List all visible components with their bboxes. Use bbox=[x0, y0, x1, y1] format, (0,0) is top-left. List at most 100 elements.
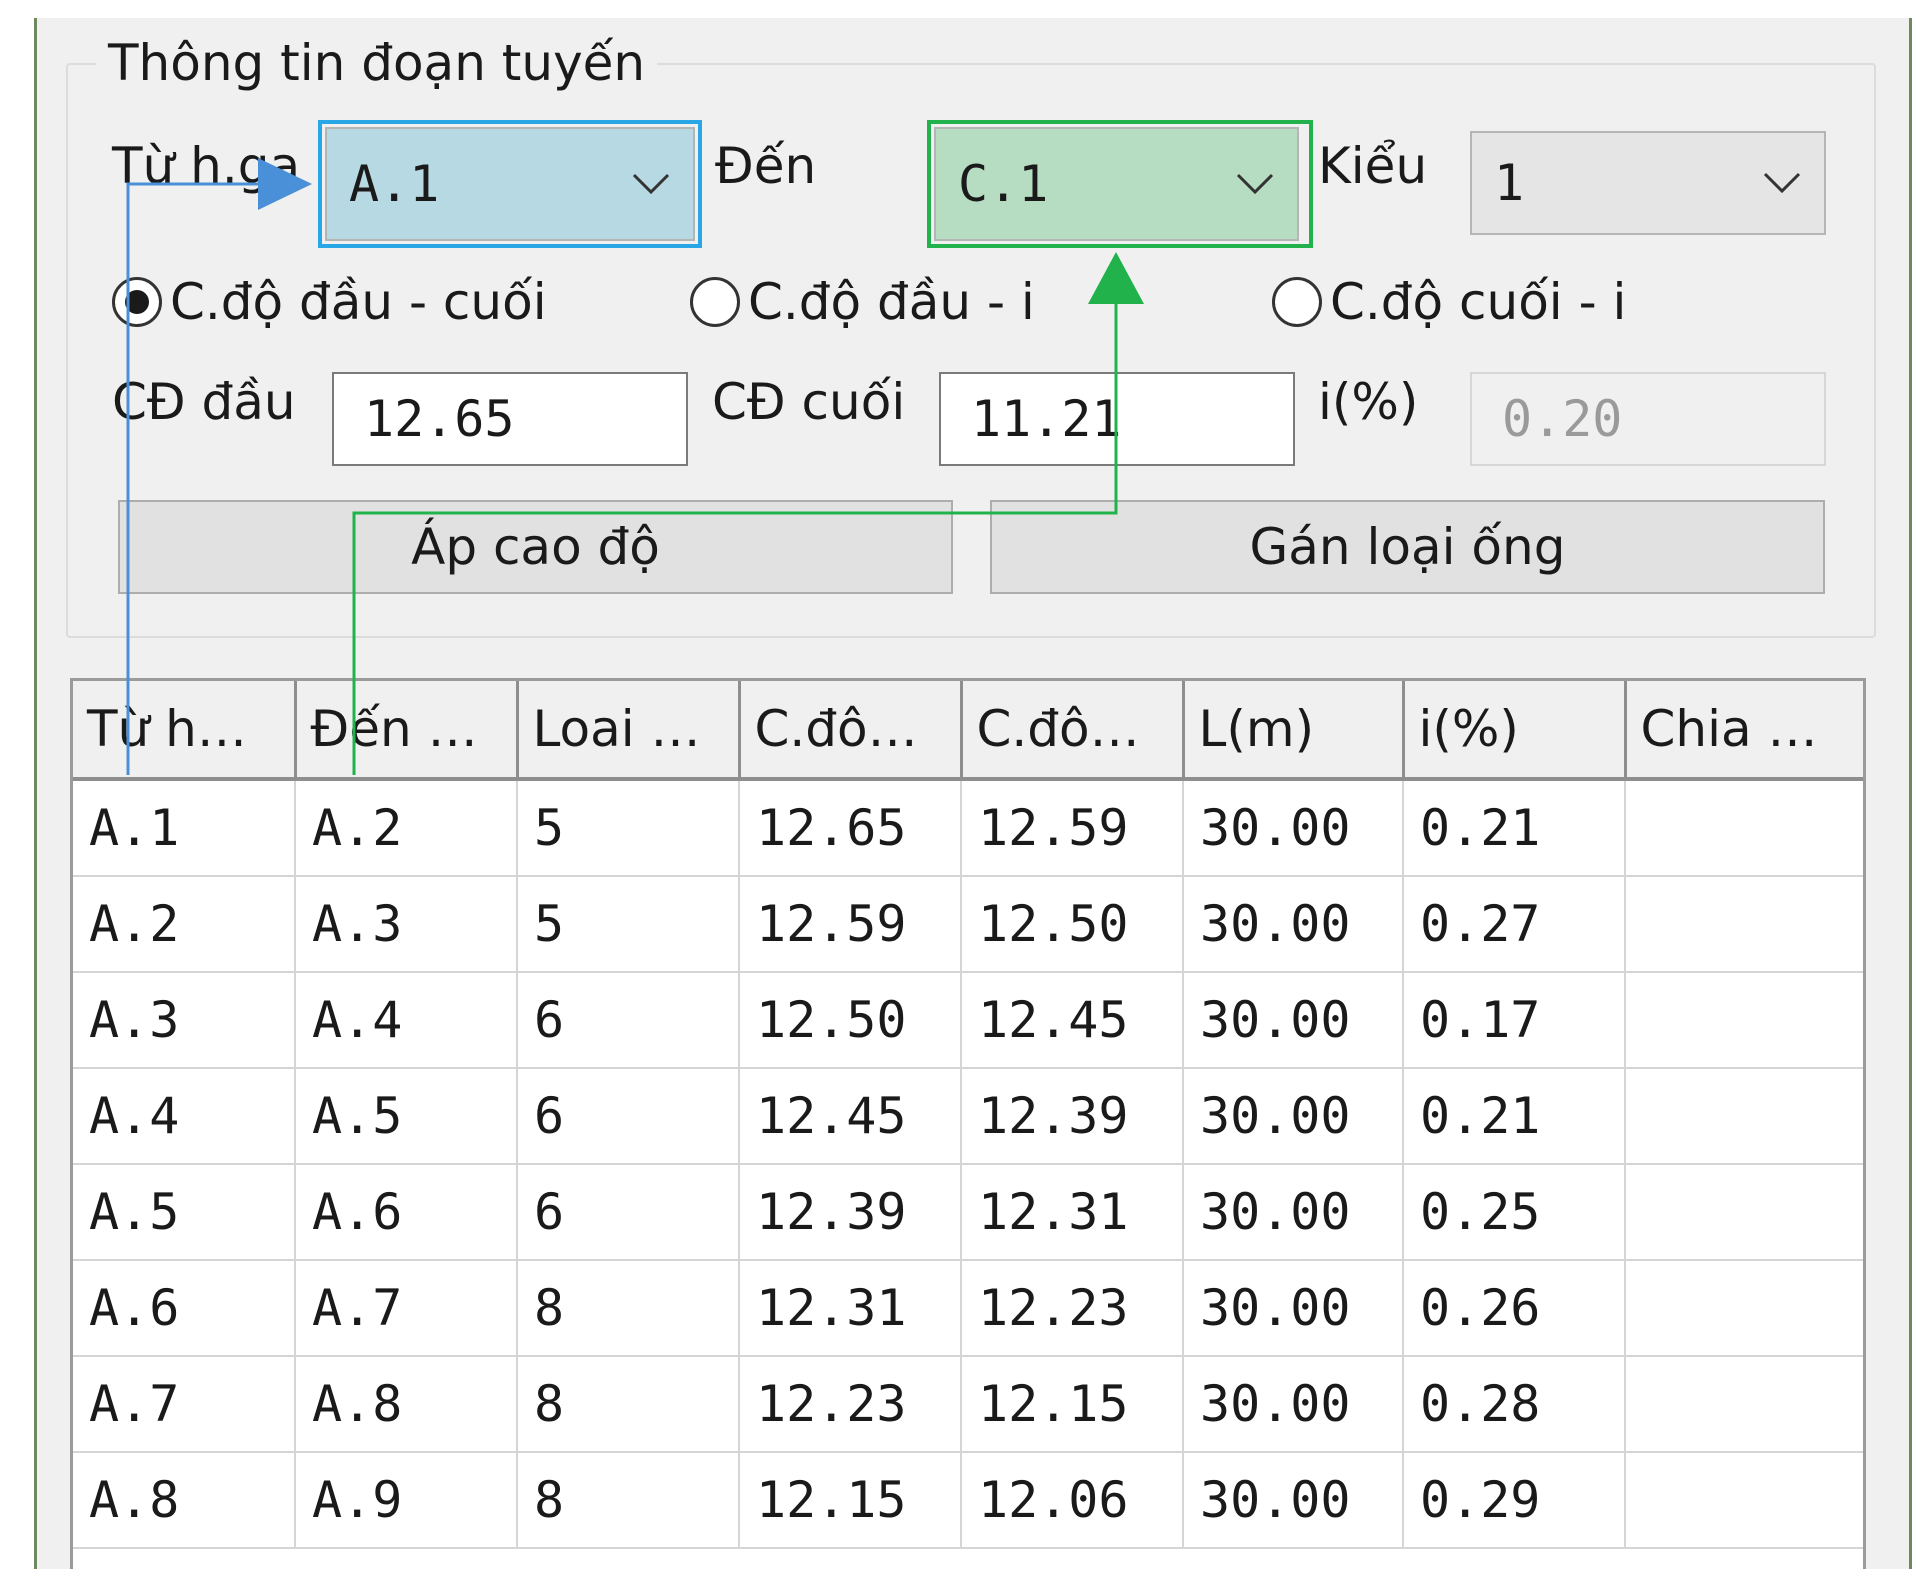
chevron-down-icon bbox=[1763, 172, 1801, 194]
cell-segments[interactable] bbox=[1625, 1452, 1863, 1549]
cell-to[interactable]: A.6 bbox=[295, 1164, 518, 1261]
end-elevation-field[interactable]: 11.21 bbox=[939, 372, 1295, 466]
cell-length[interactable]: 30.00 bbox=[1183, 1068, 1404, 1165]
table-row[interactable]: A.6 A.7 8 12.31 12.23 30.00 0.26 bbox=[73, 1260, 1863, 1357]
table-row[interactable]: A.3 A.4 6 12.50 12.45 30.00 0.17 bbox=[73, 972, 1863, 1069]
apply-elevation-button[interactable]: Áp cao độ bbox=[118, 500, 953, 594]
table-body: A.1 A.2 5 12.65 12.59 30.00 0.21 A.2 A.3 5 12.59 12… bbox=[73, 779, 1863, 1549]
cell-end-elev[interactable]: 12.45 bbox=[961, 972, 1184, 1069]
cell-end-elev[interactable]: 12.06 bbox=[961, 1452, 1184, 1549]
cell-to[interactable]: A.2 bbox=[295, 779, 518, 877]
cell-length[interactable]: 30.00 bbox=[1183, 1164, 1404, 1261]
cell-end-elev[interactable]: 12.50 bbox=[961, 876, 1184, 973]
cell-slope[interactable]: 0.21 bbox=[1403, 1068, 1626, 1165]
cell-slope[interactable]: 0.25 bbox=[1403, 1164, 1626, 1261]
cell-slope[interactable]: 0.26 bbox=[1403, 1260, 1626, 1357]
cell-type[interactable]: 6 bbox=[517, 972, 740, 1069]
table-header-row: Từ h… Đến … Loai … C.đô… C.đô… L(m) i(%)… bbox=[73, 681, 1863, 781]
cell-to[interactable]: A.5 bbox=[295, 1068, 518, 1165]
cell-length[interactable]: 30.00 bbox=[1183, 1452, 1404, 1549]
radio-start-elevation-slope[interactable]: C.độ đầu - i bbox=[690, 272, 1035, 332]
col-header-slope[interactable]: i(%) bbox=[1403, 681, 1627, 781]
radio-unselected-icon bbox=[690, 277, 740, 327]
assign-pipe-type-button[interactable]: Gán loại ống bbox=[990, 500, 1825, 594]
to-combo-highlight bbox=[927, 120, 1313, 248]
cell-to[interactable]: A.9 bbox=[295, 1452, 518, 1549]
cell-from[interactable]: A.6 bbox=[73, 1260, 296, 1357]
start-elevation-label: CĐ đầu bbox=[112, 373, 296, 431]
cell-segments[interactable] bbox=[1625, 876, 1863, 973]
table-row[interactable]: A.4 A.5 6 12.45 12.39 30.00 0.21 bbox=[73, 1068, 1863, 1165]
cell-segments[interactable] bbox=[1625, 1356, 1863, 1453]
col-header-type[interactable]: Loai … bbox=[517, 681, 741, 781]
cell-start-elev[interactable]: 12.59 bbox=[739, 876, 962, 973]
table-row[interactable]: A.2 A.3 5 12.59 12.50 30.00 0.27 bbox=[73, 876, 1863, 973]
cell-length[interactable]: 30.00 bbox=[1183, 1356, 1404, 1453]
cell-start-elev[interactable]: 12.45 bbox=[739, 1068, 962, 1165]
cell-to[interactable]: A.7 bbox=[295, 1260, 518, 1357]
cell-from[interactable]: A.4 bbox=[73, 1068, 296, 1165]
cell-type[interactable]: 8 bbox=[517, 1356, 740, 1453]
cell-length[interactable]: 30.00 bbox=[1183, 972, 1404, 1069]
cell-from[interactable]: A.2 bbox=[73, 876, 296, 973]
cell-start-elev[interactable]: 12.15 bbox=[739, 1452, 962, 1549]
cell-type[interactable]: 6 bbox=[517, 1068, 740, 1165]
col-header-end-elev[interactable]: C.đô… bbox=[961, 681, 1185, 781]
table-row[interactable]: A.1 A.2 5 12.65 12.59 30.00 0.21 bbox=[73, 779, 1863, 877]
radio-start-end-elevation[interactable]: C.độ đầu - cuối bbox=[112, 272, 547, 332]
cell-from[interactable]: A.7 bbox=[73, 1356, 296, 1453]
type-value: 1 bbox=[1494, 154, 1525, 212]
segments-table[interactable]: Từ h… Đến … Loai … C.đô… C.đô… L(m) i(%)… bbox=[70, 678, 1866, 1569]
col-header-from[interactable]: Từ h… bbox=[73, 681, 297, 781]
cell-start-elev[interactable]: 12.50 bbox=[739, 972, 962, 1069]
cell-type[interactable]: 6 bbox=[517, 1164, 740, 1261]
col-header-start-elev[interactable]: C.đô… bbox=[739, 681, 963, 781]
cell-from[interactable]: A.5 bbox=[73, 1164, 296, 1261]
cell-segments[interactable] bbox=[1625, 1260, 1863, 1357]
cell-slope[interactable]: 0.21 bbox=[1403, 779, 1626, 877]
cell-end-elev[interactable]: 12.59 bbox=[961, 779, 1184, 877]
cell-to[interactable]: A.3 bbox=[295, 876, 518, 973]
cell-end-elev[interactable]: 12.23 bbox=[961, 1260, 1184, 1357]
radio-label: C.độ đầu - i bbox=[748, 273, 1035, 331]
cell-start-elev[interactable]: 12.39 bbox=[739, 1164, 962, 1261]
radio-selected-icon bbox=[112, 277, 162, 327]
col-header-length[interactable]: L(m) bbox=[1183, 681, 1405, 781]
cell-end-elev[interactable]: 12.15 bbox=[961, 1356, 1184, 1453]
cell-slope[interactable]: 0.27 bbox=[1403, 876, 1626, 973]
col-header-segments[interactable]: Chia đốt bbox=[1625, 681, 1863, 781]
cell-from[interactable]: A.1 bbox=[73, 779, 296, 877]
table-row[interactable]: A.7 A.8 8 12.23 12.15 30.00 0.28 bbox=[73, 1356, 1863, 1453]
cell-from[interactable]: A.3 bbox=[73, 972, 296, 1069]
cell-segments[interactable] bbox=[1625, 1068, 1863, 1165]
groupbox-title: Thông tin đoạn tuyến bbox=[96, 30, 658, 96]
cell-segments[interactable] bbox=[1625, 779, 1863, 877]
radio-end-elevation-slope[interactable]: C.độ cuối - i bbox=[1272, 272, 1626, 332]
cell-end-elev[interactable]: 12.39 bbox=[961, 1068, 1184, 1165]
cell-segments[interactable] bbox=[1625, 972, 1863, 1069]
cell-from[interactable]: A.8 bbox=[73, 1452, 296, 1549]
cell-segments[interactable] bbox=[1625, 1164, 1863, 1261]
start-elevation-field[interactable]: 12.65 bbox=[332, 372, 688, 466]
cell-start-elev[interactable]: 12.65 bbox=[739, 779, 962, 877]
cell-type[interactable]: 8 bbox=[517, 1260, 740, 1357]
from-combo-highlight bbox=[318, 120, 702, 248]
cell-to[interactable]: A.4 bbox=[295, 972, 518, 1069]
type-combo[interactable]: 1 bbox=[1470, 131, 1826, 235]
cell-start-elev[interactable]: 12.23 bbox=[739, 1356, 962, 1453]
cell-type[interactable]: 8 bbox=[517, 1452, 740, 1549]
col-header-to[interactable]: Đến … bbox=[295, 681, 519, 781]
cell-type[interactable]: 5 bbox=[517, 779, 740, 877]
cell-slope[interactable]: 0.17 bbox=[1403, 972, 1626, 1069]
cell-slope[interactable]: 0.29 bbox=[1403, 1452, 1626, 1549]
table-row[interactable]: A.8 A.9 8 12.15 12.06 30.00 0.29 bbox=[73, 1452, 1863, 1549]
cell-to[interactable]: A.8 bbox=[295, 1356, 518, 1453]
cell-length[interactable]: 30.00 bbox=[1183, 876, 1404, 973]
table-row[interactable]: A.5 A.6 6 12.39 12.31 30.00 0.25 bbox=[73, 1164, 1863, 1261]
cell-start-elev[interactable]: 12.31 bbox=[739, 1260, 962, 1357]
cell-type[interactable]: 5 bbox=[517, 876, 740, 973]
cell-end-elev[interactable]: 12.31 bbox=[961, 1164, 1184, 1261]
cell-length[interactable]: 30.00 bbox=[1183, 779, 1404, 877]
cell-slope[interactable]: 0.28 bbox=[1403, 1356, 1626, 1453]
cell-length[interactable]: 30.00 bbox=[1183, 1260, 1404, 1357]
